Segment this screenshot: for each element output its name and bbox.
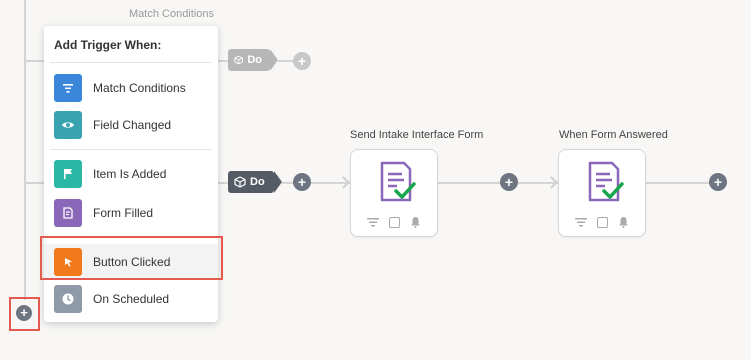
add-step-button-top[interactable]: + [293, 52, 311, 70]
node-title-when-answered: When Form Answered [559, 129, 668, 141]
arrow-into-node-2 [545, 176, 558, 189]
cube-icon [234, 55, 244, 65]
add-step-button-1[interactable]: + [293, 173, 311, 191]
menu-title: Add Trigger When: [54, 38, 162, 52]
flag-icon [54, 160, 82, 188]
menu-item-match-conditions[interactable]: Match Conditions [44, 70, 218, 106]
form-icon [54, 199, 82, 227]
workflow-node-when-answered[interactable] [558, 149, 646, 237]
cube-icon [234, 176, 246, 188]
form-check-icon [588, 161, 624, 202]
checkbox-icon[interactable] [597, 216, 608, 228]
menu-item-field-changed[interactable]: Field Changed [44, 107, 218, 143]
do-label: Do [247, 54, 262, 66]
workflow-node-send-form[interactable] [350, 149, 438, 237]
node-title-send-form: Send Intake Interface Form [350, 129, 484, 141]
menu-divider [50, 62, 212, 63]
left-flow-line [24, 0, 26, 300]
bell-icon[interactable] [618, 216, 629, 228]
highlight-button-clicked [40, 236, 223, 280]
menu-item-label: On Scheduled [93, 292, 170, 306]
menu-item-label: Form Filled [93, 206, 154, 220]
filter-icon[interactable] [367, 217, 379, 227]
menu-item-item-is-added[interactable]: Item Is Added [44, 156, 218, 192]
filter-icon[interactable] [575, 217, 587, 227]
flow-line-2 [438, 182, 558, 184]
do-pill-main[interactable]: Do [228, 171, 282, 193]
menu-item-label: Field Changed [93, 118, 172, 132]
menu-item-on-scheduled[interactable]: On Scheduled [44, 281, 218, 317]
do-label: Do [250, 176, 265, 188]
checkbox-icon[interactable] [389, 216, 400, 228]
menu-item-label: Match Conditions [93, 81, 186, 95]
do-pill-top[interactable]: Do [228, 49, 278, 71]
menu-item-label: Item Is Added [93, 167, 167, 181]
highlight-add-trigger [9, 297, 40, 331]
flow-line-3 [646, 182, 718, 184]
menu-item-form-filled[interactable]: Form Filled [44, 195, 218, 231]
bell-icon[interactable] [410, 216, 421, 228]
eye-icon [54, 111, 82, 139]
add-step-button-2[interactable]: + [500, 173, 518, 191]
filter-icon [54, 74, 82, 102]
clock-icon [54, 285, 82, 313]
menu-divider [50, 149, 212, 150]
top-branch-label: Match Conditions [129, 8, 214, 20]
form-check-icon [380, 161, 416, 202]
add-step-button-3[interactable]: + [709, 173, 727, 191]
arrow-into-node-1 [337, 176, 350, 189]
